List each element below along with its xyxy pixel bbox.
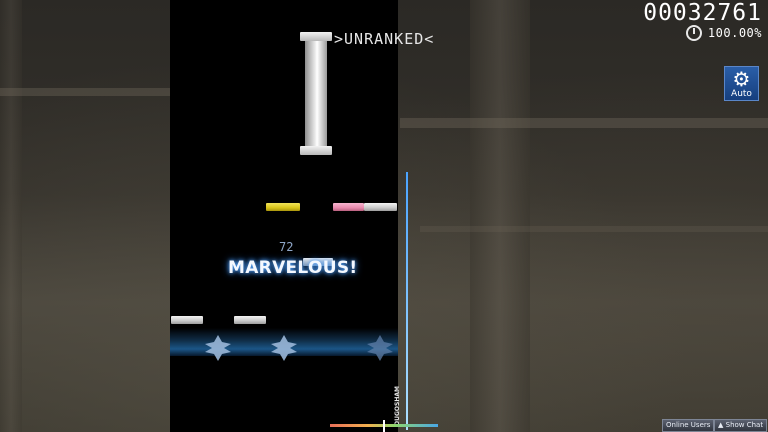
clock-icon xyxy=(685,25,702,41)
online-users-button[interactable]: Online Users xyxy=(662,419,715,432)
accuracy-row: 100.00% xyxy=(685,25,762,41)
note-white xyxy=(171,316,203,324)
chevron-up-icon: ▲ xyxy=(718,421,724,429)
show-chat-button[interactable]: ▲ Show Chat xyxy=(714,419,768,432)
hold-note-head xyxy=(300,146,332,155)
hp-bar xyxy=(406,172,408,430)
note-yellow xyxy=(266,203,300,211)
gear-icon: ⚙ xyxy=(732,67,751,91)
score-display: 00032761 xyxy=(643,0,762,26)
unranked-label: >UNRANKED< xyxy=(334,30,435,48)
receptor-lane-4 xyxy=(367,335,393,361)
song-progress-marker xyxy=(383,420,385,432)
hold-note-tail xyxy=(300,32,332,41)
judgement-text: MARVELOUS! xyxy=(228,258,358,278)
receptor-lane-1 xyxy=(205,335,231,361)
combo-counter: 72 xyxy=(279,240,294,254)
hp-label: OUGOSHAM xyxy=(394,386,401,426)
auto-label: Auto xyxy=(731,89,752,99)
note-pink xyxy=(333,203,364,211)
receptor-lane-2 xyxy=(271,335,297,361)
online-users-label: Online Users xyxy=(666,421,711,429)
hold-note-body xyxy=(305,40,327,150)
accuracy-display: 100.00% xyxy=(707,26,762,40)
note-white xyxy=(364,203,397,211)
show-chat-label: Show Chat xyxy=(725,421,764,429)
note-white xyxy=(234,316,266,324)
auto-mod-button[interactable]: ⚙ Auto xyxy=(724,66,759,101)
playfield xyxy=(170,0,398,432)
